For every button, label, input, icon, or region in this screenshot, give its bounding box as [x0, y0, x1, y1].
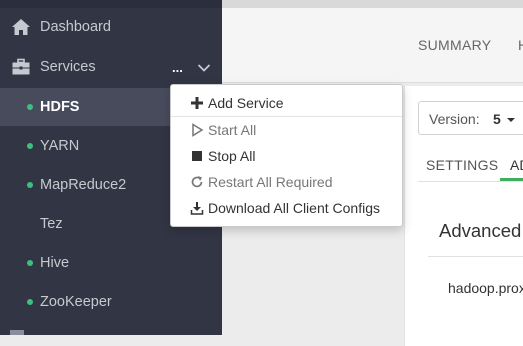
section-title[interactable]: Advanced [439, 220, 521, 242]
menu-item-label: Start All [208, 122, 257, 138]
restart-icon [191, 176, 203, 188]
menu-item-label: Restart All Required [208, 174, 333, 190]
tab-summary[interactable]: SUMMARY [418, 37, 491, 53]
sidebar-item-label: HDFS [40, 99, 80, 115]
menu-item-label: Download All Client Configs [208, 200, 380, 216]
status-dot [27, 104, 33, 110]
menu-item-start-all[interactable]: Start All [171, 118, 402, 142]
status-dot [27, 143, 33, 149]
version-value: 5 [493, 111, 501, 127]
caret-down-icon [507, 118, 515, 122]
services-controls: ... [172, 58, 216, 80]
sidebar-item-dashboard[interactable]: Dashboard [0, 8, 222, 46]
home-icon [12, 19, 30, 35]
download-icon [190, 202, 204, 215]
play-icon [192, 123, 204, 137]
sidebar-item-label: Services [40, 59, 96, 75]
version-label: Version: [429, 111, 480, 127]
sidebar-item-label: ZooKeeper [40, 294, 112, 310]
section-divider [428, 256, 523, 257]
menu-item-download-client-configs[interactable]: Download All Client Configs [171, 196, 402, 220]
menu-item-restart-all-required[interactable]: Restart All Required [171, 170, 402, 194]
main-top-strip [222, 0, 523, 8]
menu-item-add-service[interactable]: Add Service [171, 91, 402, 115]
sidebar-item-label: Dashboard [40, 19, 111, 35]
sidebar-item-label: Hive [40, 255, 70, 271]
status-dot [27, 260, 33, 266]
status-dot [27, 299, 33, 305]
chevron-down-icon[interactable] [197, 61, 211, 75]
sidebar-top-band [0, 0, 222, 8]
tab-settings[interactable]: SETTINGS [426, 157, 498, 173]
sidebar-item-label: MapReduce2 [40, 177, 127, 193]
config-property-name: hadoop.prox [448, 280, 523, 296]
menu-item-label: Add Service [208, 95, 284, 111]
menu-divider [171, 116, 402, 117]
sidebar-item-label: YARN [40, 138, 80, 154]
tabs-divider [418, 181, 523, 182]
sidebar-item-hive[interactable]: Hive [0, 244, 222, 282]
stop-icon [192, 151, 202, 161]
status-dot [27, 182, 33, 188]
services-actions-menu: Add Service Start All Stop All Restart A… [170, 84, 403, 227]
sidebar-item-label: Tez [40, 216, 63, 232]
plus-icon [191, 97, 203, 109]
sidebar-bottom-fragment [10, 330, 24, 335]
menu-item-label: Stop All [208, 148, 256, 164]
services-actions-button[interactable]: ... [172, 60, 183, 75]
tab-advanced[interactable]: AD [510, 157, 523, 173]
menu-item-stop-all[interactable]: Stop All [171, 144, 402, 168]
version-select[interactable]: Version: 5 [418, 101, 523, 135]
briefcase-icon [12, 58, 30, 75]
sidebar-item-zookeeper[interactable]: ZooKeeper [0, 283, 222, 321]
tab-heatmaps[interactable]: H [518, 37, 523, 53]
